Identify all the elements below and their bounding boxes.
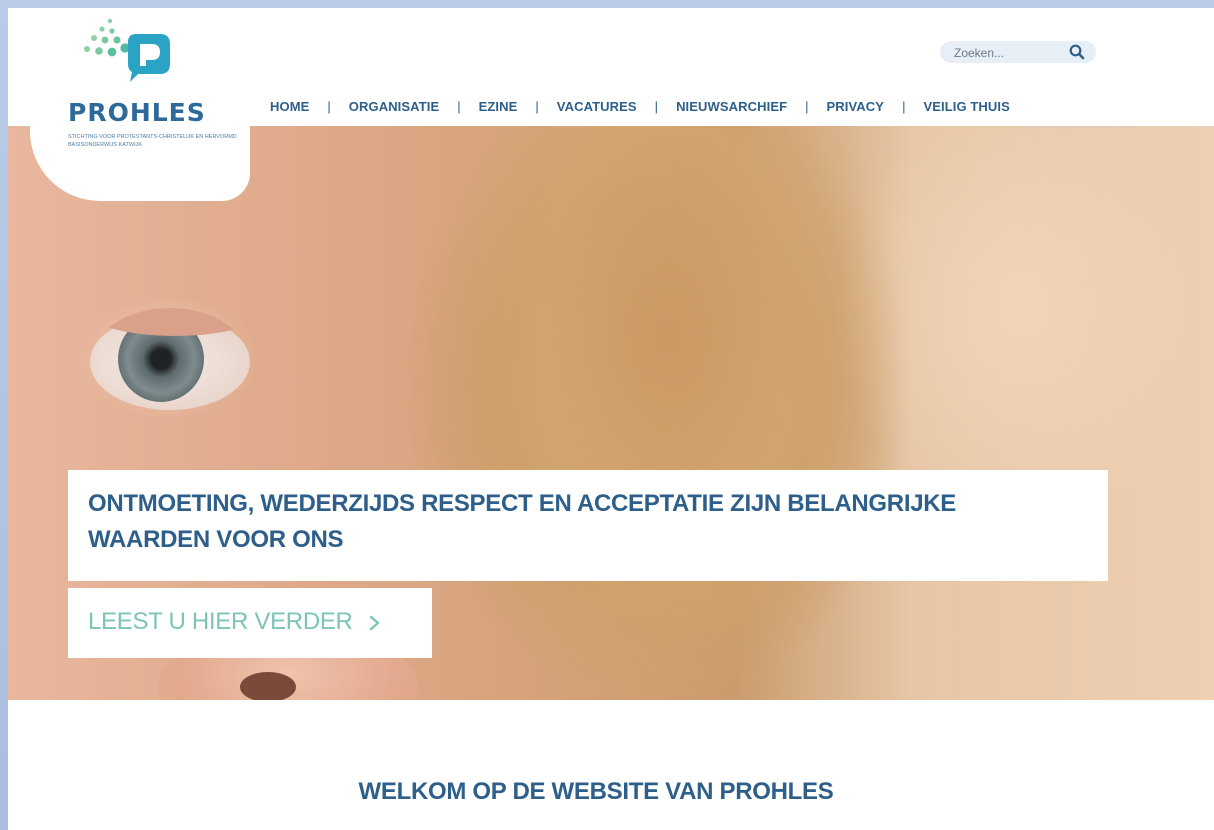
site-logo[interactable]: PROHLES STICHTING VOOR PROTESTANTS-CHRIS…: [30, 8, 250, 201]
hero-section: ONTMOETING, WEDERZIJDS RESPECT EN ACCEPT…: [8, 126, 1214, 700]
logo-tagline: STICHTING VOOR PROTESTANTS-CHRISTELIJK E…: [68, 134, 237, 148]
nav-separator: |: [805, 98, 809, 114]
nav-item-ezine[interactable]: EZINE: [479, 99, 518, 114]
welcome-section: WELKOM OP DE WEBSITE VAN PROHLES: [8, 700, 1214, 830]
browser-viewport: ONTMOETING, WEDERZIJDS RESPECT EN ACCEPT…: [8, 8, 1214, 830]
nav-separator: |: [902, 98, 906, 114]
hero-image-eye: [90, 308, 250, 418]
nav-separator: |: [457, 98, 461, 114]
nav-separator: |: [535, 98, 539, 114]
nav-item-privacy[interactable]: PRIVACY: [827, 99, 885, 114]
search-icon[interactable]: [1068, 43, 1086, 61]
logo-icon: [84, 18, 170, 82]
hero-title: ONTMOETING, WEDERZIJDS RESPECT EN ACCEPT…: [88, 490, 956, 553]
chevron-right-icon: [369, 615, 380, 631]
read-more-button[interactable]: LEEST U HIER VERDER: [68, 588, 432, 658]
hero-image-hair: [438, 126, 898, 700]
read-more-label: LEEST U HIER VERDER: [88, 608, 353, 635]
welcome-title: WELKOM OP DE WEBSITE VAN PROHLES: [358, 778, 834, 805]
logo-wordmark: PROHLES: [68, 98, 206, 127]
nav-item-home[interactable]: HOME: [270, 99, 309, 114]
nav-item-veilig-thuis[interactable]: VEILIG THUIS: [923, 99, 1009, 114]
search-input[interactable]: [952, 43, 1066, 63]
nav-item-vacatures[interactable]: VACATURES: [557, 99, 637, 114]
search-box: [940, 41, 1096, 63]
nav-separator: |: [654, 98, 659, 114]
nav-item-nieuwsarchief[interactable]: NIEUWSARCHIEF: [676, 99, 787, 114]
nav-separator: |: [327, 98, 331, 114]
main-nav: HOME | ORGANISATIE | EZINE | VACATURES |…: [270, 96, 1010, 116]
nav-item-organisatie[interactable]: ORGANISATIE: [349, 99, 439, 114]
hero-banner: ONTMOETING, WEDERZIJDS RESPECT EN ACCEPT…: [68, 470, 1108, 581]
